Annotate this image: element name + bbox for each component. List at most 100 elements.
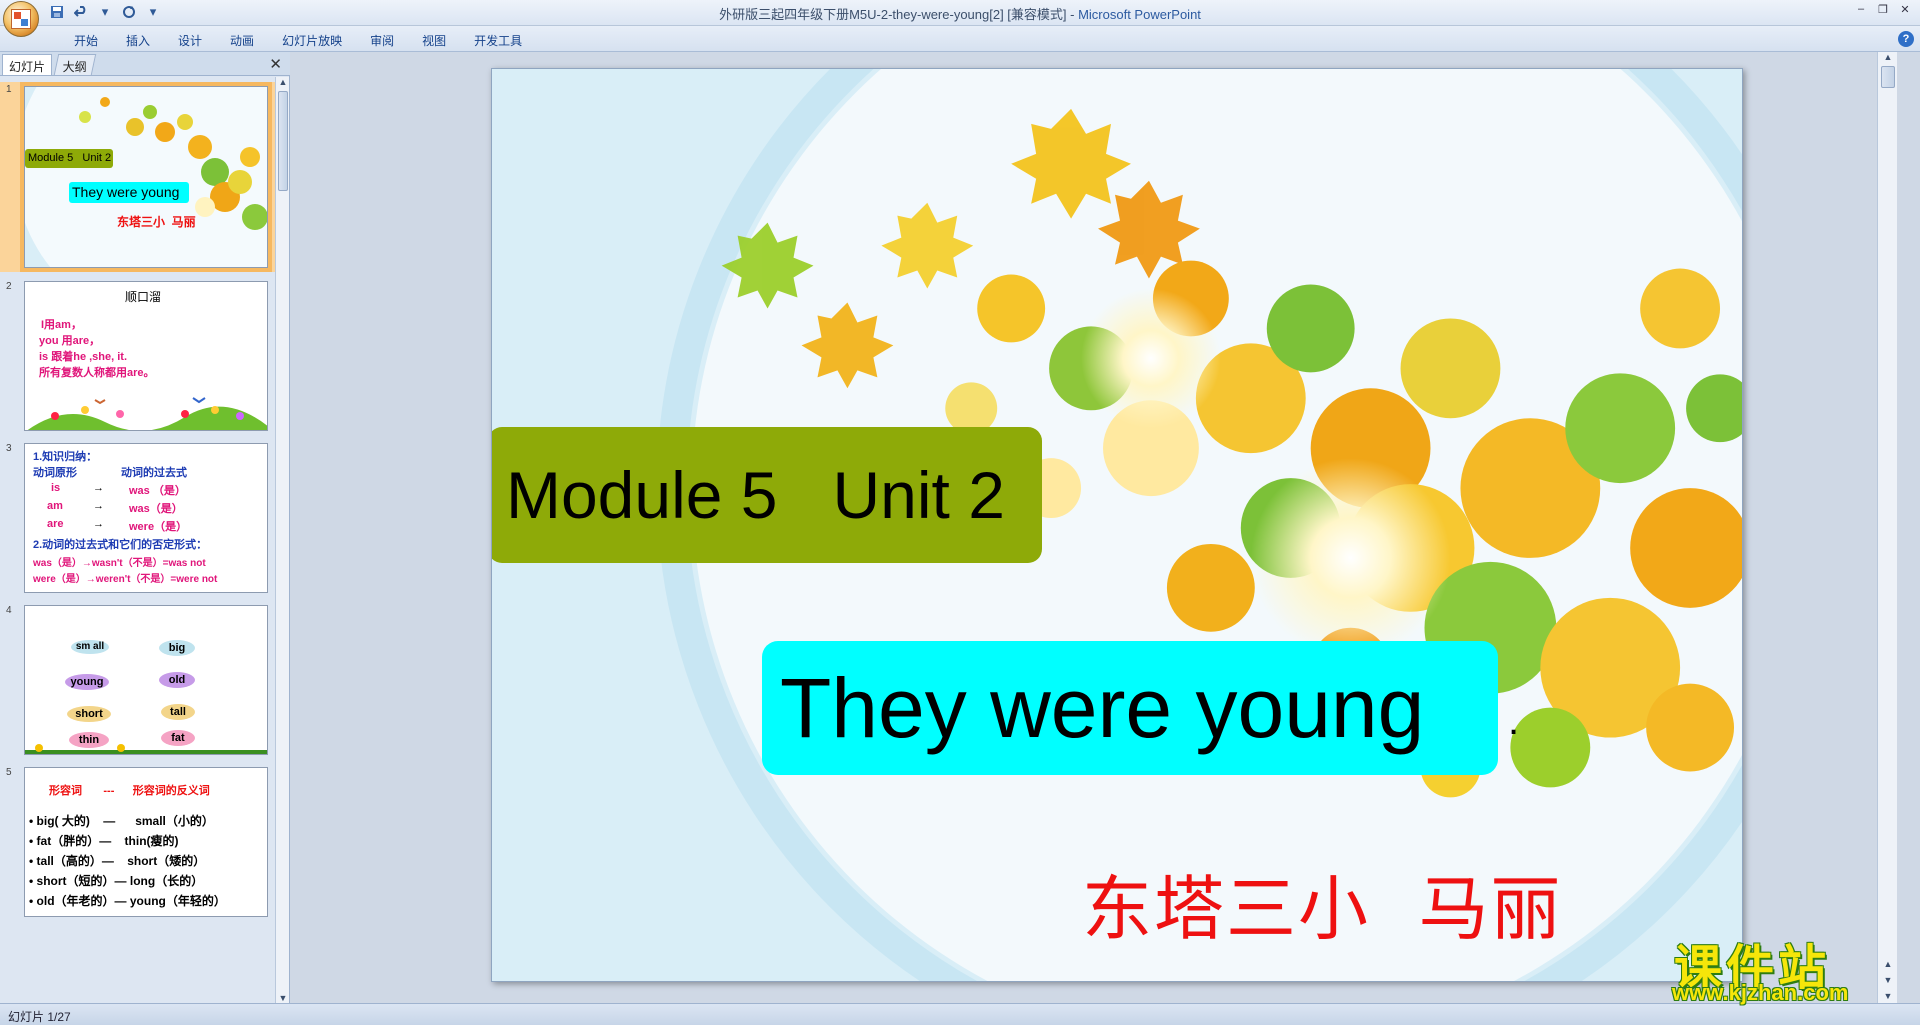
app-name: Microsoft PowerPoint (1078, 7, 1201, 22)
thumb-line: • tall（高的）— short（矮的） (29, 854, 206, 868)
title-bar: 外研版三起四年级下册M5U-2-they-were-young[2] [兼容模式… (0, 0, 1920, 26)
tab-slideshow[interactable]: 幻灯片放映 (268, 30, 356, 50)
thumb-word-bubble: big (159, 640, 195, 656)
document-title: 外研版三起四年级下册M5U-2-they-were-young[2] [兼容模式… (719, 7, 1079, 22)
thumb-line: 2.动词的过去式和它们的否定形式： (33, 539, 208, 551)
tab-slides[interactable]: 幻灯片 (2, 54, 53, 75)
thumbnail-row-3[interactable]: 3 1.知识归纳： 动词原形 动词的过去式 is → was （是） am → … (0, 441, 276, 601)
slide-editing-area: Module 5 Unit 2 They were young . 东塔三小 马… (291, 52, 1897, 1003)
scrollbar-thumb[interactable] (278, 91, 288, 191)
minimize-icon[interactable]: – (1850, 0, 1872, 18)
tab-review[interactable]: 审阅 (356, 30, 408, 50)
thumbnail-row-4[interactable]: 4 sm all big young old short tall thin f… (0, 603, 276, 763)
tab-design[interactable]: 设计 (164, 30, 216, 50)
close-window-icon[interactable]: ✕ (1894, 0, 1916, 18)
thumb-line: 1.知识归纳： (33, 451, 98, 463)
thumb-word-bubble: short (67, 706, 111, 722)
thumb-past: was （是） (129, 485, 186, 497)
ribbon-tabs: 开始 插入 设计 动画 幻灯片放映 审阅 视图 开发工具 (60, 30, 536, 50)
slide-thumbnail-5[interactable]: 形容词 --- 形容词的反义词 • big( 大的) — small（小的） •… (24, 767, 268, 917)
ribbon: 开始 插入 设计 动画 幻灯片放映 审阅 视图 开发工具 ? (0, 26, 1920, 52)
current-slide[interactable]: Module 5 Unit 2 They were young . 东塔三小 马… (491, 68, 1743, 982)
thumbnail-list: 1 Module 5 Unit 2 They were young 东塔三小 马… (0, 77, 276, 1003)
scroll-up-icon[interactable]: ▲ (276, 77, 290, 87)
thumb-base: am (47, 500, 63, 512)
author-text[interactable]: 东塔三小 马丽 (1082, 853, 1563, 954)
thumbnail-number: 4 (6, 605, 12, 616)
slide-thumbnail-4[interactable]: sm all big young old short tall thin fat (24, 605, 268, 755)
slides-pane: 幻灯片 大纲 ✕ 1 Module 5 Unit 2 They were you… (0, 52, 290, 1003)
thumbnail-scrollbar[interactable]: ▲ ▼ (275, 77, 289, 1003)
thumbnail-number: 5 (6, 767, 12, 778)
pane-tabs: 幻灯片 大纲 ✕ (0, 52, 290, 76)
thumb-line: were（是）→weren't（不是）=were not (33, 574, 218, 585)
thumb-line: I用am， (41, 319, 82, 331)
thumbnail-number: 2 (6, 281, 12, 292)
thumb-line: • fat（胖的）— thin(瘦的) (29, 834, 179, 848)
thumb-line: • short（短的）— long（长的） (29, 874, 204, 888)
undo-icon[interactable] (72, 3, 90, 21)
thumb-arrow: → (93, 482, 104, 494)
slide-counter: 幻灯片 1/27 (8, 1010, 71, 1024)
thumb-word-bubble: young (65, 674, 109, 690)
thumb-line: was（是）→wasn't（不是）=was not (33, 558, 206, 569)
scroll-down-icon[interactable]: ▼ (276, 993, 290, 1003)
tab-developer[interactable]: 开发工具 (460, 30, 536, 50)
thumb-author: 东塔三小 马丽 (117, 215, 196, 229)
tab-outline-label: 大纲 (62, 60, 87, 74)
office-button[interactable] (3, 1, 39, 37)
window-title: 外研版三起四年级下册M5U-2-they-were-young[2] [兼容模式… (0, 4, 1920, 23)
tab-outline[interactable]: 大纲 (53, 54, 97, 75)
thumb-base: is (51, 482, 61, 494)
thumbnail-number: 3 (6, 443, 12, 454)
tab-home[interactable]: 开始 (60, 30, 112, 50)
thumb-line: • old（年老的）— young（年轻的） (29, 894, 226, 908)
watermark-url: www.kjzhan.com (1672, 980, 1849, 1005)
quick-access-toolbar: ▾ ▾ (48, 3, 162, 21)
module-label-box[interactable]: Module 5 Unit 2 (492, 427, 1042, 563)
scroll-up-icon[interactable]: ▲ (1878, 52, 1898, 62)
thumb-title-box: They were young (69, 182, 189, 203)
help-icon[interactable]: ? (1898, 31, 1914, 47)
thumb-header-left: 动词原形 (33, 467, 77, 479)
thumb-past: was（是） (129, 503, 183, 515)
window-controls: – ❐ ✕ (1850, 0, 1916, 18)
redo-icon[interactable] (120, 3, 138, 21)
thumb-line: 所有复数人称都用are。 (39, 367, 155, 379)
slide-thumbnail-2[interactable]: 顺口溜 I用am， you 用are， is 跟着he ,she, it. 所有… (24, 281, 268, 431)
thumb-word-bubble: sm all (71, 640, 109, 654)
thumb-arrow: → (93, 500, 104, 512)
thumb-past: were（是） (129, 521, 188, 533)
scrollbar-thumb[interactable] (1881, 66, 1895, 88)
thumb-word-bubble: old (159, 672, 195, 688)
thumb-heading: 形容词 --- 形容词的反义词 (49, 785, 210, 797)
close-icon[interactable]: ✕ (269, 55, 282, 73)
thumbnail-number: 1 (6, 84, 12, 95)
customize-toolbar-icon[interactable]: ▾ (144, 3, 162, 21)
thumb-line: is 跟着he ,she, it. (39, 351, 128, 363)
thumbnail-row-2[interactable]: 2 顺口溜 I用am， you 用are， is 跟着he ,she, it. … (0, 279, 276, 439)
thumb-line: you 用are， (39, 335, 101, 347)
thumb-arrow: → (93, 518, 104, 530)
grass-decoration (25, 744, 267, 754)
slide-thumbnail-1[interactable]: Module 5 Unit 2 They were young 东塔三小 马丽 (20, 82, 272, 272)
thumb-module-box: Module 5 Unit 2 (25, 149, 113, 168)
thumb-word-bubble: tall (161, 704, 195, 720)
tab-insert[interactable]: 插入 (112, 30, 164, 50)
slide-scrollbar[interactable]: ▲ ▲ ▼ ▼ (1877, 52, 1897, 1003)
restore-icon[interactable]: ❐ (1872, 0, 1894, 18)
thumbnail-row-5[interactable]: 5 形容词 --- 形容词的反义词 • big( 大的) — small（小的）… (0, 765, 276, 1003)
thumb-heading: 顺口溜 (125, 290, 162, 304)
tab-animations[interactable]: 动画 (216, 30, 268, 50)
tab-view[interactable]: 视图 (408, 30, 460, 50)
thumb-header-right: 动词的过去式 (121, 467, 187, 479)
thumbnail-row-1[interactable]: 1 Module 5 Unit 2 They were young 东塔三小 马… (0, 82, 276, 272)
status-bar: 幻灯片 1/27 (0, 1003, 1920, 1025)
save-icon[interactable] (48, 3, 66, 21)
slide-title-box[interactable]: They were young (762, 641, 1498, 775)
watermark-logo: 课件站 www.kjzhan.com (1668, 928, 1904, 1006)
office-logo-icon (11, 9, 31, 29)
flowers-decoration (27, 397, 267, 430)
dropdown-small-icon[interactable]: ▾ (96, 3, 114, 21)
slide-thumbnail-3[interactable]: 1.知识归纳： 动词原形 动词的过去式 is → was （是） am → wa… (24, 443, 268, 593)
